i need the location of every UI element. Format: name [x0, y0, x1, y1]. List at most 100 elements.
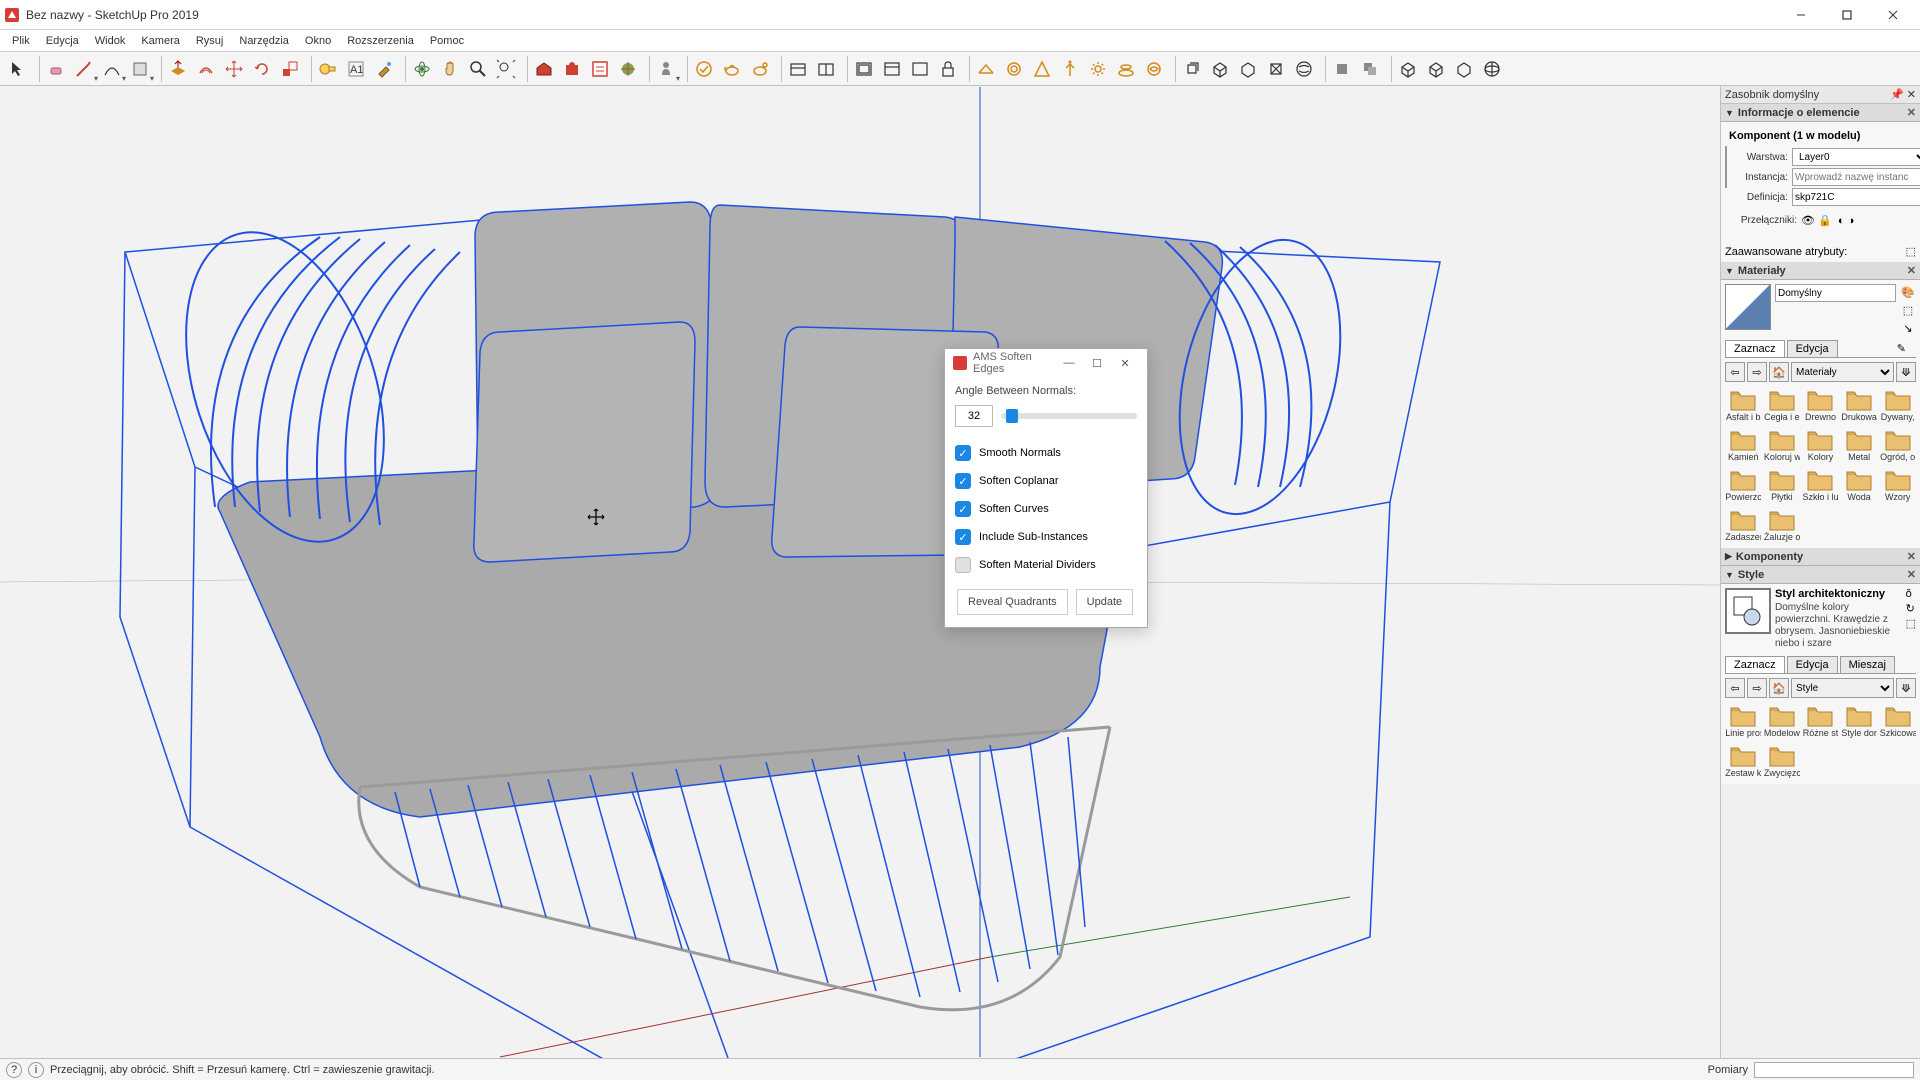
info-icon[interactable]: i	[28, 1062, 44, 1078]
menu-widok[interactable]: Widok	[87, 33, 134, 49]
help-icon[interactable]: ?	[6, 1062, 22, 1078]
circle-check-tool[interactable]	[691, 56, 717, 82]
reveal-quadrants-button[interactable]: Reveal Quadrants	[957, 589, 1068, 615]
orbit-tool[interactable]	[409, 56, 435, 82]
solid1-tool[interactable]	[1179, 56, 1205, 82]
select-tool[interactable]	[5, 56, 31, 82]
window3-tool[interactable]	[907, 56, 933, 82]
instance-input[interactable]	[1792, 168, 1920, 186]
dialog-close-button[interactable]: ✕	[1111, 352, 1139, 374]
material-folder[interactable]: Płytki	[1764, 466, 1801, 504]
warehouse-tool[interactable]	[531, 56, 557, 82]
extension-tool[interactable]	[559, 56, 585, 82]
materials-header[interactable]: ▼Materiały✕	[1721, 262, 1920, 280]
measurements-input[interactable]	[1754, 1062, 1914, 1078]
material-folder[interactable]: Woda	[1841, 466, 1878, 504]
checkbox[interactable]: ✓	[955, 557, 971, 573]
checkbox[interactable]: ✓	[955, 501, 971, 517]
scene1-tool[interactable]	[785, 56, 811, 82]
toggle-shadow-icon[interactable]: ◐	[1838, 215, 1845, 227]
material-folder[interactable]: Drewno	[1802, 386, 1839, 424]
sandbox7-tool[interactable]	[1141, 56, 1167, 82]
pushpull-tool[interactable]	[165, 56, 191, 82]
styles-tab-edit[interactable]: Edycja	[1787, 656, 1838, 673]
material-folder[interactable]: Asfalt i b	[1725, 386, 1762, 424]
check-row[interactable]: ✓Soften Curves	[955, 495, 1137, 523]
zoom-tool[interactable]	[465, 56, 491, 82]
toggle-shadow2-icon[interactable]: ◑	[1848, 215, 1855, 227]
tray-pin-icon[interactable]: 📌	[1890, 89, 1904, 101]
menu-rysuj[interactable]: Rysuj	[188, 33, 232, 49]
material-folder[interactable]: Kolory	[1802, 426, 1839, 464]
material-folder[interactable]: Ogród, o	[1879, 426, 1916, 464]
location-tool[interactable]	[615, 56, 641, 82]
maximize-button[interactable]	[1824, 0, 1870, 30]
material-folder[interactable]: Żaluzje o	[1764, 506, 1801, 544]
zoom-extents-tool[interactable]	[493, 56, 519, 82]
view1-tool[interactable]	[1329, 56, 1355, 82]
view2-tool[interactable]	[1357, 56, 1383, 82]
check-row[interactable]: ✓Smooth Normals	[955, 439, 1137, 467]
window2-tool[interactable]	[879, 56, 905, 82]
material-folder[interactable]: Zadaszer	[1725, 506, 1762, 544]
materials-menu-button[interactable]: ⟱	[1896, 362, 1916, 382]
sandbox1-tool[interactable]	[973, 56, 999, 82]
checkbox[interactable]: ✓	[955, 529, 971, 545]
paint-tool[interactable]	[371, 56, 397, 82]
materials-tab-edit[interactable]: Edycja	[1787, 340, 1838, 357]
angle-input[interactable]	[955, 405, 993, 427]
material-folder[interactable]: Drukowa	[1841, 386, 1878, 424]
eraser-tool[interactable]	[43, 56, 69, 82]
styles-fwd-button[interactable]: ⇨	[1747, 678, 1767, 698]
materials-home-button[interactable]: 🏠	[1769, 362, 1789, 382]
material-folder[interactable]: Dywany,	[1879, 386, 1916, 424]
material-folder[interactable]: Koloruj w	[1764, 426, 1801, 464]
check-row[interactable]: ✓Include Sub-Instances	[955, 523, 1137, 551]
update-button[interactable]: Update	[1076, 589, 1133, 615]
style-folder[interactable]: Zwycięzc	[1764, 742, 1801, 780]
styles-library-select[interactable]: Style	[1791, 678, 1894, 698]
menu-pomoc[interactable]: Pomoc	[422, 33, 472, 49]
menu-kamera[interactable]: Kamera	[133, 33, 188, 49]
menu-plik[interactable]: Plik	[4, 33, 38, 49]
lock-tool[interactable]	[935, 56, 961, 82]
check-row[interactable]: ✓Soften Material Dividers	[955, 551, 1137, 579]
material-default-icon[interactable]: ↘	[1900, 320, 1916, 336]
checkbox[interactable]: ✓	[955, 473, 971, 489]
menu-okno[interactable]: Okno	[297, 33, 339, 49]
materials-fwd-button[interactable]: ⇨	[1747, 362, 1767, 382]
material-folder[interactable]: Wzory	[1879, 466, 1916, 504]
menu-rozszerzenia[interactable]: Rozszerzenia	[339, 33, 422, 49]
layout-tool[interactable]	[587, 56, 613, 82]
text-tool[interactable]: A1	[343, 56, 369, 82]
toggle-lock-icon[interactable]: 🔒	[1818, 214, 1832, 227]
dialog-titlebar[interactable]: AMS Soften Edges — ☐ ✕	[945, 349, 1147, 377]
definition-input[interactable]	[1792, 188, 1920, 206]
material-folder[interactable]: Cegła i e	[1764, 386, 1801, 424]
iso4-tool[interactable]	[1479, 56, 1505, 82]
material-folder[interactable]: Szkło i lu	[1802, 466, 1839, 504]
materials-back-button[interactable]: ⇦	[1725, 362, 1745, 382]
style-folder[interactable]: Szkicowa	[1879, 702, 1916, 740]
styles-tab-mix[interactable]: Mieszaj	[1840, 656, 1895, 673]
solid3-tool[interactable]	[1235, 56, 1261, 82]
solid2-tool[interactable]	[1207, 56, 1233, 82]
style-folder[interactable]: Style dor	[1841, 702, 1878, 740]
material-sample-icon[interactable]: 🎨	[1900, 284, 1916, 300]
tray-header[interactable]: Zasobnik domyślny 📌 ✕	[1721, 86, 1920, 104]
dialog-minimize-button[interactable]: —	[1055, 352, 1083, 374]
material-folder[interactable]: Metal	[1841, 426, 1878, 464]
angle-slider[interactable]	[1001, 413, 1137, 419]
tape-tool[interactable]	[315, 56, 341, 82]
style-folder[interactable]: Zestaw k	[1725, 742, 1762, 780]
viewport[interactable]: AMS Soften Edges — ☐ ✕ Angle Between Nor…	[0, 86, 1720, 1058]
style-folder[interactable]: Modelow	[1764, 702, 1801, 740]
tray-close-icon[interactable]: ✕	[1907, 89, 1916, 101]
teapot-tool[interactable]	[719, 56, 745, 82]
iso3-tool[interactable]	[1451, 56, 1477, 82]
styles-tab-select[interactable]: Zaznacz	[1725, 656, 1785, 673]
toggle-visible-icon[interactable]: 👁	[1801, 214, 1815, 227]
style-update-icon[interactable]: ŏ	[1906, 588, 1916, 600]
components-header[interactable]: ▶Komponenty✕	[1721, 548, 1920, 566]
advanced-expand-icon[interactable]: ⬚	[1906, 245, 1916, 258]
